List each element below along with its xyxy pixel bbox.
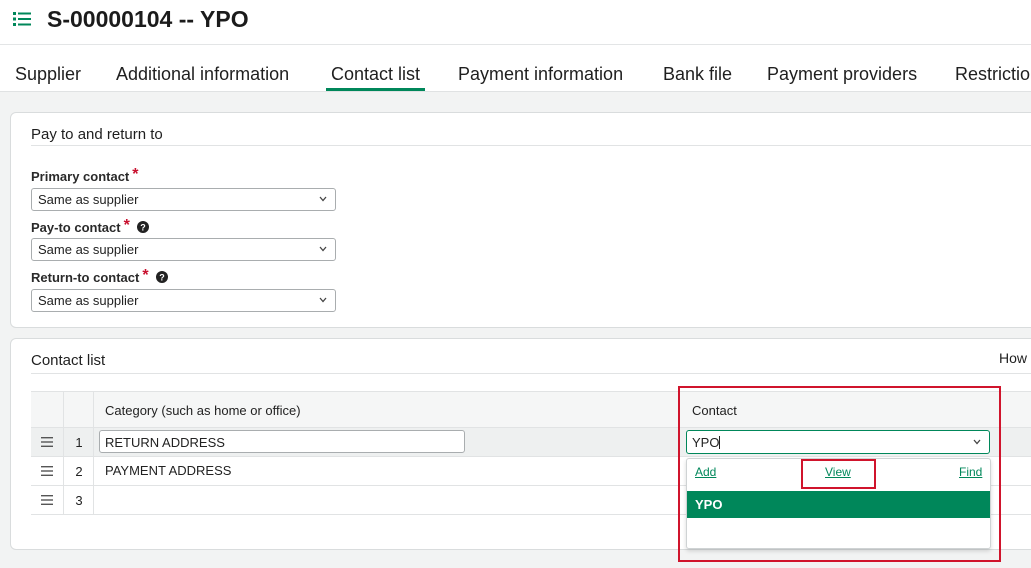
contact-input-value: YPO	[692, 435, 720, 450]
pay-to-contact-label-text: Pay-to contact	[31, 220, 121, 235]
tab-payment-information[interactable]: Payment information	[453, 64, 628, 91]
tab-supplier[interactable]: Supplier	[10, 64, 86, 91]
tab-bar: Supplier Additional information Contact …	[0, 45, 1031, 92]
pay-to-contact-value: Same as supplier	[38, 242, 139, 257]
category-input[interactable]: RETURN ADDRESS	[99, 430, 465, 453]
add-contact-link[interactable]: Add	[695, 465, 716, 479]
return-to-contact-select[interactable]: Same as supplier	[31, 289, 336, 312]
tab-payment-providers[interactable]: Payment providers	[762, 64, 922, 91]
view-contact-link[interactable]: View	[825, 465, 851, 479]
row-number: 1	[75, 435, 83, 450]
return-to-contact-label: Return-to contact * ?	[31, 267, 169, 287]
section-divider	[31, 373, 1031, 374]
title-bar: S-00000104 -- YPO	[0, 0, 1031, 45]
tab-additional-information[interactable]: Additional information	[111, 64, 294, 91]
tab-contact-list[interactable]: Contact list	[326, 64, 426, 91]
chevron-down-icon	[319, 246, 327, 252]
contact-option[interactable]: YPO	[687, 491, 990, 518]
row-number: 3	[75, 493, 83, 508]
pay-to-contact-select[interactable]: Same as supplier	[31, 238, 336, 261]
required-marker: *	[123, 217, 130, 234]
pay-to-contact-label: Pay-to contact * ?	[31, 217, 150, 237]
return-to-contact-value: Same as supplier	[38, 293, 139, 308]
row-number: 2	[75, 464, 83, 479]
column-divider	[93, 391, 94, 515]
primary-contact-label-text: Primary contact	[31, 169, 130, 184]
contact-column-header: Contact	[692, 403, 737, 418]
return-to-contact-label-text: Return-to contact	[31, 270, 140, 285]
tab-bank-file[interactable]: Bank file	[658, 64, 737, 91]
pay-to-section-title: Pay to and return to	[31, 126, 163, 143]
chevron-down-icon[interactable]	[973, 439, 981, 445]
primary-contact-label: Primary contact *	[31, 166, 139, 186]
drag-handle-icon[interactable]	[41, 495, 53, 505]
drag-handle-icon[interactable]	[41, 466, 53, 476]
primary-contact-select[interactable]: Same as supplier	[31, 188, 336, 211]
table-row[interactable]: 1 RETURN ADDRESS YPO	[31, 428, 1031, 457]
grid-header: Category (such as home or office) Contac…	[31, 391, 1031, 428]
primary-contact-value: Same as supplier	[38, 192, 139, 207]
list-icon[interactable]	[13, 11, 31, 27]
tab-restrictions[interactable]: Restrictio	[950, 64, 1031, 91]
find-contact-link[interactable]: Find	[959, 465, 982, 479]
section-divider	[31, 145, 1031, 146]
category-column-header: Category (such as home or office)	[105, 403, 301, 418]
category-cell[interactable]: PAYMENT ADDRESS	[105, 463, 231, 478]
drag-handle-icon[interactable]	[41, 437, 53, 447]
svg-text:?: ?	[141, 223, 147, 233]
help-icon[interactable]: ?	[156, 271, 169, 283]
required-marker: *	[142, 267, 149, 284]
help-icon[interactable]: ?	[137, 221, 150, 233]
contact-input[interactable]: YPO	[686, 430, 990, 454]
contact-list-title: Contact list	[31, 352, 106, 369]
chevron-down-icon	[319, 297, 327, 303]
how-link[interactable]: How	[999, 350, 1027, 366]
column-divider	[63, 391, 64, 515]
text-caret	[719, 436, 721, 449]
required-marker: *	[132, 166, 139, 183]
pay-to-return-to-panel: Pay to and return to Primary contact * Sa…	[10, 112, 1031, 328]
page-title: S-00000104 -- YPO	[47, 6, 249, 32]
contact-dropdown: Add View Find YPO	[686, 458, 991, 549]
chevron-down-icon	[319, 196, 327, 202]
svg-text:?: ?	[159, 273, 165, 283]
